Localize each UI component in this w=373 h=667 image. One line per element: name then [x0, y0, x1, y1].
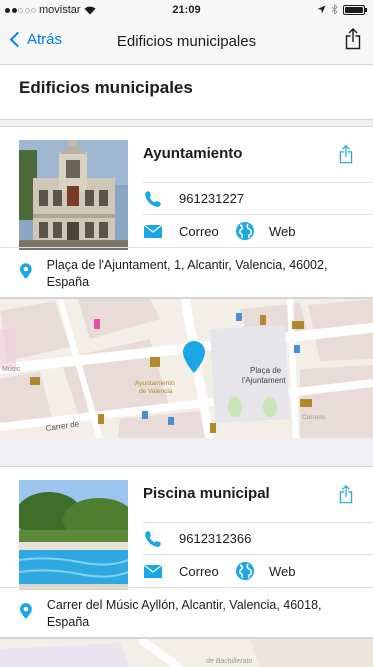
location-pin-icon — [20, 263, 32, 279]
svg-text:l'Ajuntament: l'Ajuntament — [242, 376, 287, 385]
mail-icon — [144, 564, 162, 578]
web-link[interactable]: Web — [269, 224, 296, 239]
globe-icon — [236, 562, 254, 580]
phone-icon — [145, 530, 161, 547]
share-icon — [339, 145, 353, 164]
building-name: Ayuntamiento — [143, 145, 243, 162]
share-icon — [339, 485, 353, 504]
map-label-school: de Bachillerato — [206, 658, 252, 665]
building-card: Piscina municipal 9612312366 Correo Web … — [0, 466, 373, 638]
building-card: Ayuntamiento 961231227 Correo Web Plaça … — [0, 126, 373, 298]
navigation-bar: Atrás Edificios municipales — [0, 20, 373, 65]
phone-icon — [145, 190, 161, 207]
globe-icon — [236, 222, 254, 240]
share-item-button[interactable] — [339, 485, 353, 509]
location-pin-icon — [20, 603, 32, 619]
map-label-plaza: Plaça de — [250, 366, 282, 375]
location-arrow-icon — [317, 5, 326, 14]
battery-icon — [343, 4, 367, 15]
address-row[interactable]: Carrer del Músic Ayllón, Alcantir, Valen… — [0, 587, 373, 639]
email-link[interactable]: Correo — [179, 564, 235, 579]
map-label-post: Correos — [302, 414, 326, 421]
nav-title: Edificios municipales — [116, 33, 257, 50]
web-link[interactable]: Web — [269, 564, 296, 579]
phone-number: 9612312366 — [179, 531, 252, 546]
building-name: Piscina municipal — [143, 485, 270, 502]
contact-row: Correo Web — [143, 554, 373, 587]
page-title: Edificios municipales — [19, 78, 193, 97]
building-photo — [19, 140, 128, 250]
address-text: Plaça de l'Ajuntament, 1, Alcantir, Vale… — [46, 258, 328, 289]
phone-row[interactable]: 961231227 — [143, 182, 373, 214]
address-text: Carrer del Músic Ayllón, Alcantir, Valen… — [46, 598, 322, 629]
email-link[interactable]: Correo — [179, 224, 235, 239]
building-photo — [19, 480, 128, 590]
share-icon — [345, 28, 361, 50]
map-view[interactable]: Ayuntamiento de Valencia Plaça de l'Ajun… — [0, 298, 373, 438]
address-row[interactable]: Plaça de l'Ajuntament, 1, Alcantir, Vale… — [0, 247, 373, 299]
mail-icon — [144, 224, 162, 238]
map-label-side: Músic — [2, 366, 21, 373]
share-button[interactable] — [345, 28, 361, 55]
phone-number: 961231227 — [179, 191, 245, 206]
status-bar: movistar 21:09 — [0, 0, 373, 20]
map-label-building: Ayuntamiento — [135, 380, 175, 387]
share-item-button[interactable] — [339, 145, 353, 169]
map-view[interactable]: de Bachillerato — [0, 638, 373, 667]
phone-row[interactable]: 9612312366 — [143, 522, 373, 554]
svg-text:de Valencia: de Valencia — [139, 388, 173, 395]
contact-row: Correo Web — [143, 214, 373, 247]
section-header: Edificios municipales — [0, 65, 373, 120]
bluetooth-icon — [331, 4, 338, 15]
